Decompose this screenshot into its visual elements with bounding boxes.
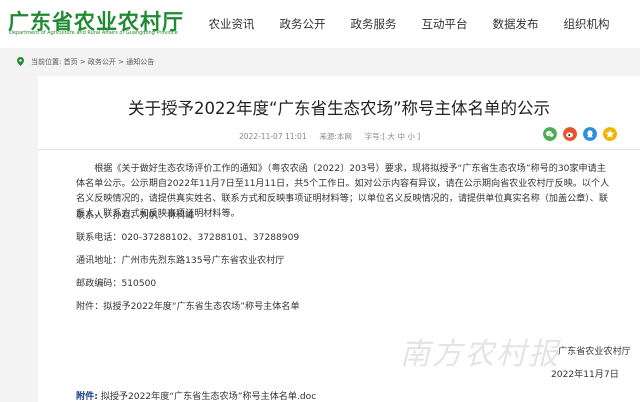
font-size-large-button[interactable]: 大 — [388, 132, 396, 141]
contact-phone: 联系电话：020-37288102、37288101、37288909 — [76, 233, 300, 243]
attachment-download-link[interactable]: 附件: 拟授予2022年度“广东省生态农场”称号主体名单.doc — [76, 388, 316, 402]
weibo-share-icon[interactable] — [563, 127, 577, 141]
wechat-share-icon[interactable] — [543, 127, 557, 141]
qq-share-icon[interactable] — [583, 127, 597, 141]
postcode: 邮政编码：510500 — [76, 279, 157, 289]
article-panel: 关于授予2022年度“广东省生态农场”称号主体名单的公示 2022-11-07 … — [38, 76, 640, 402]
source-label: 来源: — [319, 132, 337, 141]
article-meta: 2022-11-07 11:01 来源:本网 字号:[ 大 中 小 ] — [239, 131, 420, 142]
breadcrumb-notices[interactable]: 通知公告 — [126, 58, 154, 66]
font-size-small-button[interactable]: 小 — [407, 132, 415, 141]
signing-date: 2022年11月7日 — [551, 370, 619, 380]
site-header: 广东省农业农村厅 Department of Agriculture and R… — [0, 0, 640, 48]
site-logo-subtitle: Department of Agriculture and Rural Affa… — [9, 30, 178, 36]
publish-date: 2022-11-07 11:01 — [239, 132, 307, 141]
nav-item-data-release[interactable]: 数据发布 — [480, 16, 551, 32]
nav-item-organization[interactable]: 组织机构 — [551, 16, 622, 32]
font-size-label: 字号: — [364, 132, 383, 141]
size-bracket-close: ] — [417, 132, 421, 141]
main-nav: 农业资讯 政务公开 政务服务 互动平台 数据发布 组织机构 — [196, 16, 622, 32]
location-pin-icon — [17, 57, 24, 66]
contact-person: 联系人：孙岩、刘帆、林科峰 — [76, 211, 195, 221]
attachment-label: 附件: — [76, 392, 98, 402]
size-bracket-open: [ — [382, 132, 386, 141]
source-value: 本网 — [336, 132, 352, 141]
article-title: 关于授予2022年度“广东省生态农场”称号主体名单的公示 — [127, 99, 551, 118]
signing-organization: 广东省农业农村厅 — [558, 347, 631, 357]
attachment-note: 附件：拟授予2022年度“广东省生态农场”称号主体名单 — [76, 302, 300, 312]
breadcrumb-text: 当前位置: 首页 > 政务公开 > 通知公告 — [31, 57, 154, 67]
newspaper-watermark: 南方农村报 — [400, 337, 560, 372]
breadcrumb-home[interactable]: 首页 — [64, 58, 78, 66]
font-size-medium-button[interactable]: 中 — [397, 132, 405, 141]
breadcrumb-gov-affairs[interactable]: 政务公开 — [88, 58, 116, 66]
qzone-share-icon[interactable] — [603, 127, 617, 141]
breadcrumb-separator: > — [79, 58, 88, 66]
nav-item-gov-services[interactable]: 政务服务 — [338, 16, 409, 32]
nav-item-agri-news[interactable]: 农业资讯 — [196, 16, 267, 32]
meta-divider — [38, 149, 640, 150]
nav-item-gov-affairs[interactable]: 政务公开 — [267, 16, 338, 32]
breadcrumb-prefix: 当前位置: — [31, 58, 62, 66]
contact-address: 通讯地址：广州市先烈东路135号广东省农业农村厅 — [76, 256, 285, 266]
nav-item-interaction[interactable]: 互动平台 — [409, 16, 480, 32]
breadcrumb: 当前位置: 首页 > 政务公开 > 通知公告 — [0, 54, 640, 72]
attachment-filename[interactable]: 拟授予2022年度“广东省生态农场”称号主体名单.doc — [101, 392, 316, 402]
